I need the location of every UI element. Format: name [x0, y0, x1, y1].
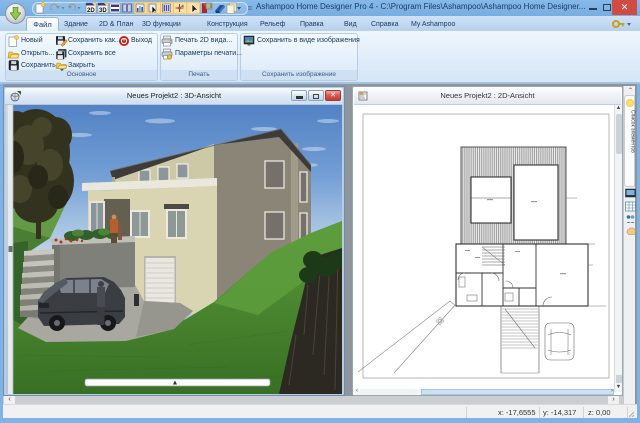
- svg-text:2D: 2D: [87, 8, 95, 14]
- svg-text:3D: 3D: [99, 8, 107, 14]
